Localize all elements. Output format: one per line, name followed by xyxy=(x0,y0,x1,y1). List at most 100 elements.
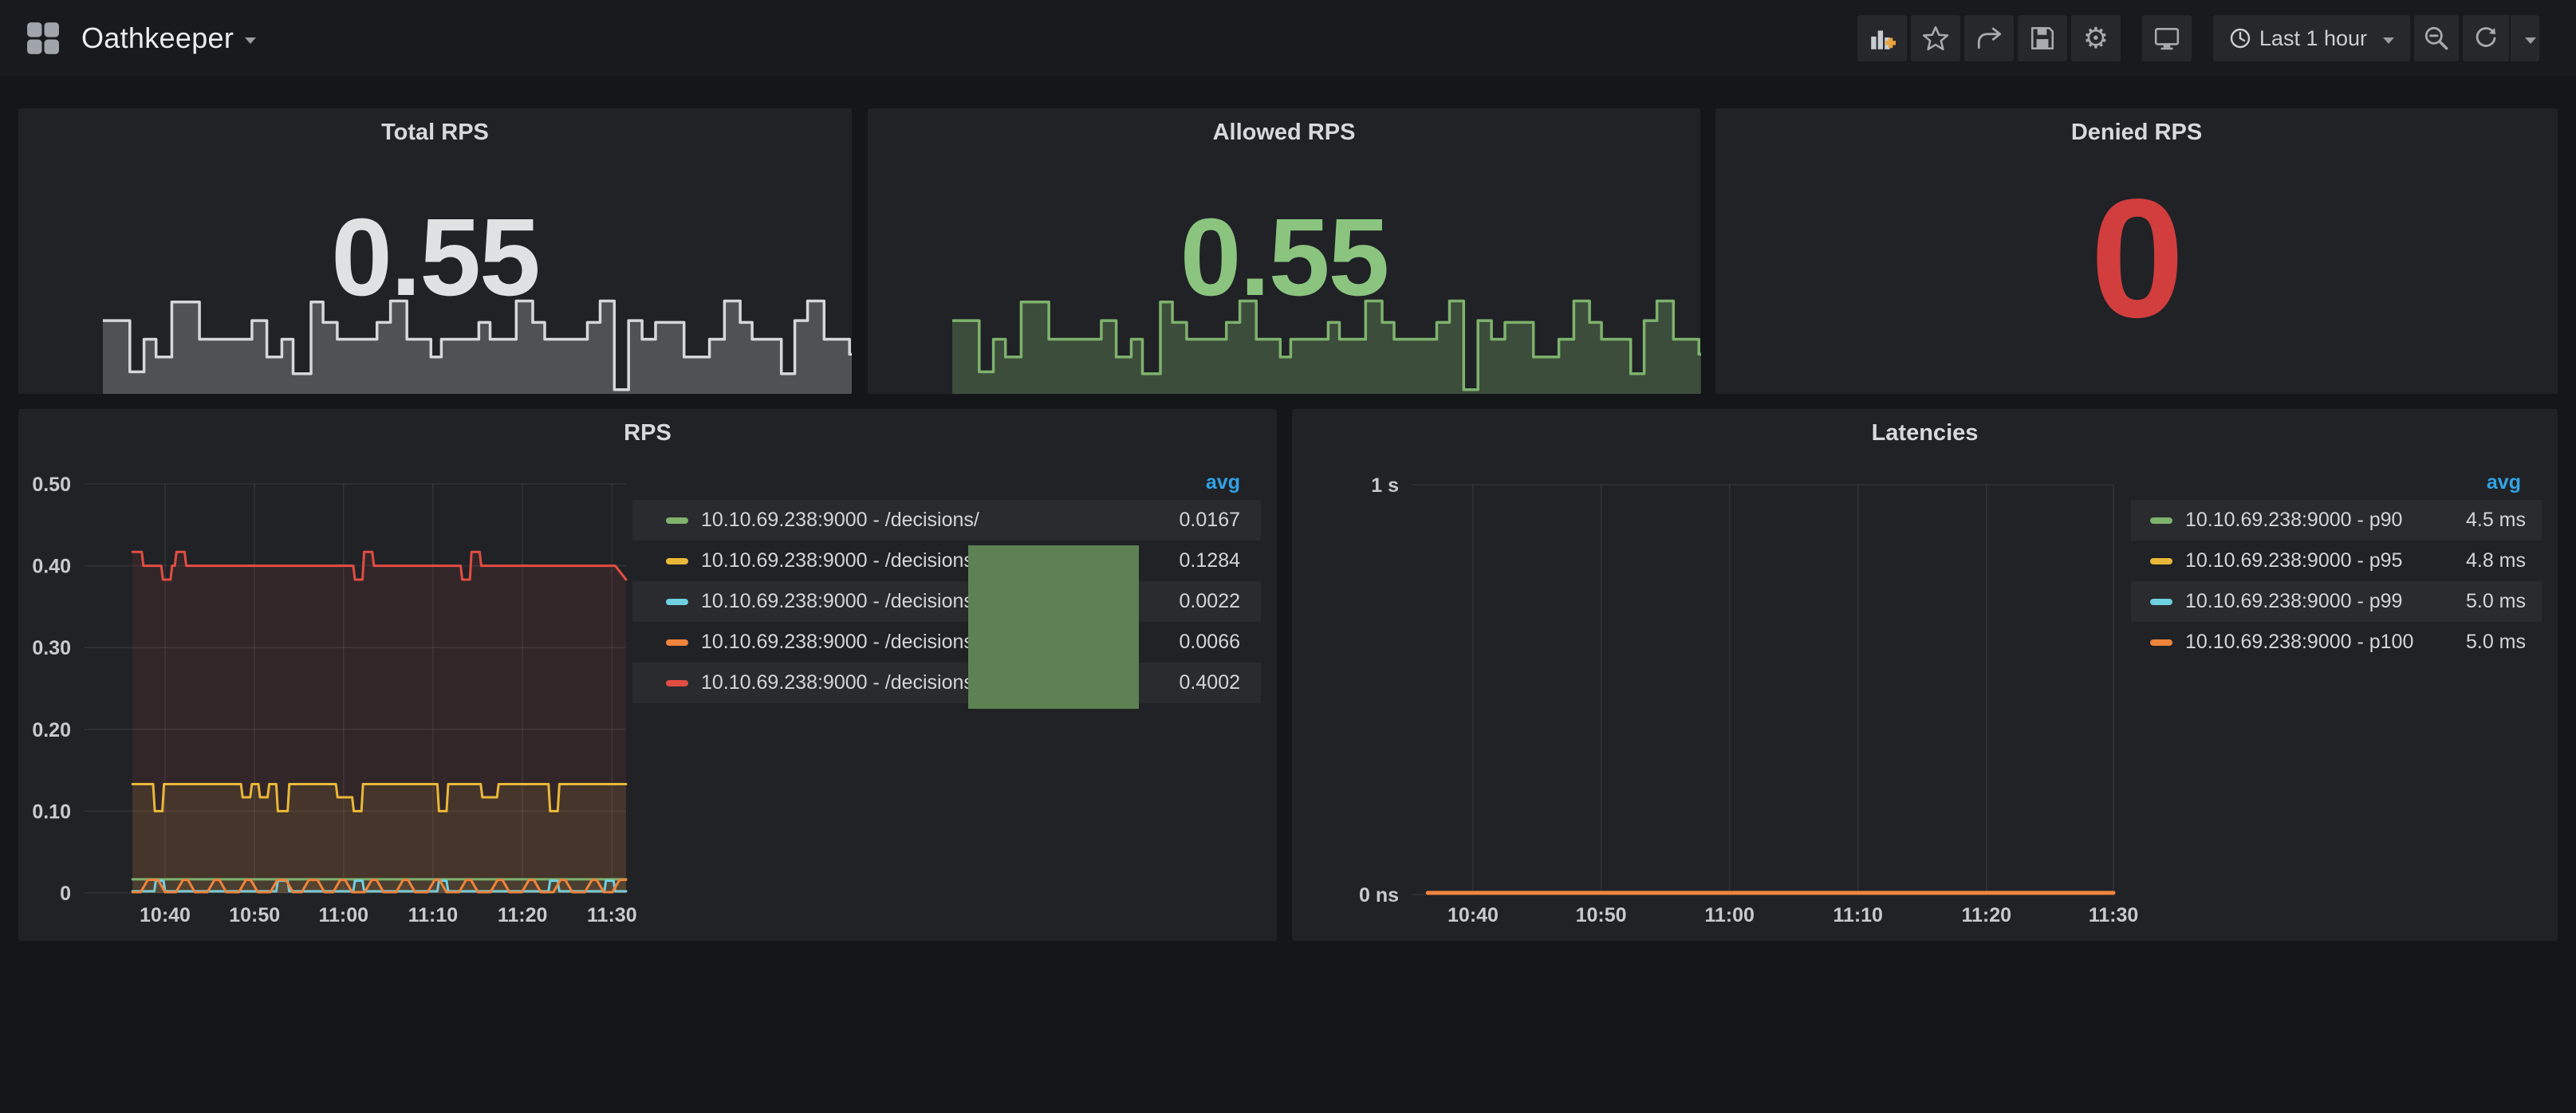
dashboard-grid-icon[interactable] xyxy=(21,16,65,61)
series-color-dash xyxy=(666,680,688,686)
time-range-picker[interactable]: Last 1 hour xyxy=(2213,15,2410,61)
latencies-legend: avg 10.10.69.238:9000 - p904.5 ms10.10.6… xyxy=(2131,465,2542,663)
save-dashboard-button[interactable] xyxy=(2018,15,2067,61)
legend-row: 10.10.69.238:9000 - /decisions/0.1284 xyxy=(632,541,1261,581)
legend-row: 10.10.69.238:9000 - /decisions/0.4002 xyxy=(632,663,1261,703)
time-range-caret-icon xyxy=(2383,37,2394,44)
svg-text:11:20: 11:20 xyxy=(1961,904,2011,926)
series-avg-value: 5.0 ms xyxy=(2466,631,2542,654)
series-avg-value: 0.4002 xyxy=(1180,671,1261,694)
legend-row: 10.10.69.238:9000 - /decisions/0.0022 xyxy=(632,581,1261,622)
series-label[interactable]: 10.10.69.238:9000 - p95 xyxy=(2185,549,2402,572)
legend-row: 10.10.69.238:9000 - p95 4.8 ms xyxy=(2131,541,2542,581)
title-caret-icon xyxy=(245,37,256,44)
svg-text:0.10: 0.10 xyxy=(32,800,71,823)
series-avg-value: 0.0066 xyxy=(1180,631,1261,654)
series-label[interactable]: 10.10.69.238:9000 - p99 xyxy=(2185,590,2402,613)
series-avg-value: 0.0167 xyxy=(1180,509,1261,532)
svg-text:0 ns: 0 ns xyxy=(1359,884,1399,907)
series-avg-value: 4.5 ms xyxy=(2466,509,2542,532)
panel-allowed-rps: Allowed RPS 0.55 xyxy=(868,108,1700,394)
tv-icon xyxy=(2153,25,2180,52)
series-color-dash xyxy=(2150,517,2172,524)
rps-legend: avg 10.10.69.238:9000 - /decisions/0.016… xyxy=(632,465,1261,703)
legend-row: 10.10.69.238:9000 - /decisions/0.0167 xyxy=(632,500,1261,541)
svg-text:0.50: 0.50 xyxy=(32,474,71,496)
series-color-dash xyxy=(666,639,688,646)
settings-button[interactable]: ⚙ xyxy=(2071,15,2121,61)
svg-text:11:00: 11:00 xyxy=(318,904,368,926)
gear-icon: ⚙ xyxy=(2083,24,2109,53)
svg-text:0: 0 xyxy=(60,883,71,905)
share-icon xyxy=(1975,25,2003,52)
svg-text:11:00: 11:00 xyxy=(1704,904,1755,926)
panel-title[interactable]: Total RPS xyxy=(18,120,852,146)
cycle-view-mode-button[interactable] xyxy=(2142,15,2192,61)
series-color-dash xyxy=(2150,558,2172,564)
svg-text:0.40: 0.40 xyxy=(32,556,71,578)
refresh-button[interactable] xyxy=(2463,15,2509,61)
svg-text:10:40: 10:40 xyxy=(1448,904,1499,926)
legend-row: 10.10.69.238:9000 - p90 4.5 ms xyxy=(2131,500,2542,541)
stat-value-denied-rps: 0 xyxy=(1715,174,2558,343)
save-icon xyxy=(2029,25,2056,52)
zoom-out-icon xyxy=(2423,25,2450,52)
legend-row: 10.10.69.238:9000 - p99 5.0 ms xyxy=(2131,581,2542,622)
stat-value-total-rps: 0.55 xyxy=(18,203,852,313)
panel-title[interactable]: Denied RPS xyxy=(1715,120,2558,146)
series-label[interactable]: 10.10.69.238:9000 - /decisions/ xyxy=(701,631,979,654)
series-color-dash xyxy=(2150,599,2172,605)
panel-total-rps: Total RPS 0.55 xyxy=(18,108,852,394)
series-avg-value: 0.0022 xyxy=(1180,590,1261,613)
series-color-dash xyxy=(666,517,688,524)
zoom-out-time-button[interactable] xyxy=(2414,15,2459,61)
svg-text:11:10: 11:10 xyxy=(1833,904,1883,926)
series-avg-value: 4.8 ms xyxy=(2466,549,2542,572)
series-color-dash xyxy=(2150,639,2172,646)
svg-text:1 s: 1 s xyxy=(1371,474,1399,497)
grid-icon xyxy=(25,20,61,57)
dashboard-title[interactable]: Oathkeeper xyxy=(81,22,234,55)
series-color-dash xyxy=(666,599,688,605)
svg-text:11:20: 11:20 xyxy=(498,904,548,926)
legend-avg-header[interactable]: avg xyxy=(632,465,1261,500)
panel-rps: RPS 00.100.200.300.400.5010:4010:5011:00… xyxy=(18,409,1277,941)
series-label[interactable]: 10.10.69.238:9000 - p100 xyxy=(2185,631,2413,654)
svg-text:0.30: 0.30 xyxy=(32,637,71,659)
share-dashboard-button[interactable] xyxy=(1964,15,2014,61)
svg-text:11:30: 11:30 xyxy=(587,904,637,926)
series-label[interactable]: 10.10.69.238:9000 - /decisions/ xyxy=(701,509,979,532)
panel-denied-rps: Denied RPS 0 xyxy=(1715,108,2558,394)
series-color-dash xyxy=(666,558,688,564)
clock-icon xyxy=(2229,27,2251,49)
series-avg-value: 5.0 ms xyxy=(2466,590,2542,613)
svg-text:11:30: 11:30 xyxy=(2089,904,2139,926)
legend-avg-header[interactable]: avg xyxy=(2131,465,2542,500)
legend-row: 10.10.69.238:9000 - /decisions/0.0066 xyxy=(632,622,1261,663)
refresh-icon xyxy=(2473,26,2499,51)
svg-text:10:40: 10:40 xyxy=(140,904,191,926)
svg-text:10:50: 10:50 xyxy=(1576,904,1627,926)
series-label[interactable]: 10.10.69.238:9000 - /decisions/ xyxy=(701,590,979,613)
green-overlay-artifact xyxy=(968,545,1139,709)
star-dashboard-button[interactable] xyxy=(1911,15,1960,61)
top-navbar: Oathkeeper xyxy=(0,0,2576,77)
svg-text:0.20: 0.20 xyxy=(32,719,71,741)
svg-text:10:50: 10:50 xyxy=(229,904,280,926)
series-label[interactable]: 10.10.69.238:9000 - /decisions/ xyxy=(701,549,979,572)
time-range-label: Last 1 hour xyxy=(2259,26,2367,51)
add-panel-button[interactable] xyxy=(1857,15,1907,61)
legend-row: 10.10.69.238:9000 - p100 5.0 ms xyxy=(2131,622,2542,663)
series-avg-value: 0.1284 xyxy=(1180,549,1261,572)
refresh-control xyxy=(2463,15,2539,61)
series-label[interactable]: 10.10.69.238:9000 - /decisions/ xyxy=(701,671,979,694)
panel-title[interactable]: Allowed RPS xyxy=(868,120,1700,146)
series-label[interactable]: 10.10.69.238:9000 - p90 xyxy=(2185,509,2402,532)
refresh-caret-icon xyxy=(2525,37,2536,44)
refresh-interval-dropdown[interactable] xyxy=(2511,15,2539,61)
stat-value-allowed-rps: 0.55 xyxy=(868,203,1700,313)
star-icon xyxy=(1922,25,1949,52)
svg-text:11:10: 11:10 xyxy=(408,904,459,926)
panel-latencies: Latencies 0 ns1 s10:4010:5011:0011:1011:… xyxy=(1292,409,2558,941)
add-panel-icon xyxy=(1869,25,1896,52)
